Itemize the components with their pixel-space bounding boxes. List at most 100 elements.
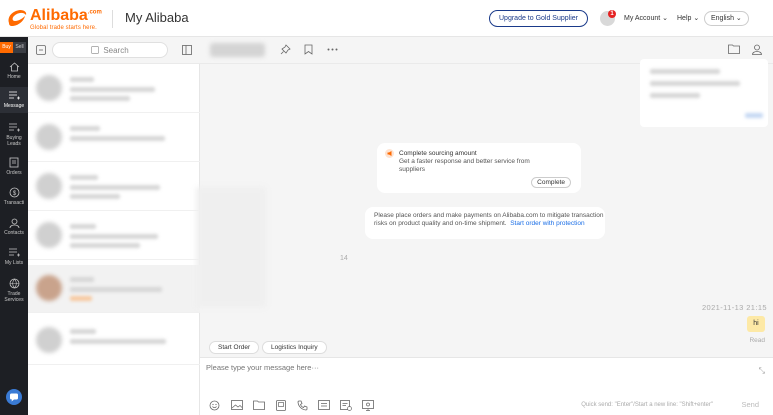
message-composer: ⤡ Quick send: "Enter"/Start a new line: …	[200, 357, 773, 415]
nav-item-buying-leads[interactable]: Buying Leads	[0, 123, 28, 151]
conversation-preview	[70, 87, 155, 92]
more-options-icon[interactable]	[327, 48, 338, 51]
expand-icon[interactable]: ⤡	[759, 366, 765, 376]
conversation-name	[70, 126, 100, 131]
sourcing-card-title: Complete sourcing amount	[399, 150, 477, 157]
chevron-down-icon: ⌄	[693, 15, 700, 22]
emoji-icon[interactable]	[209, 400, 220, 411]
conversation-preview	[70, 96, 130, 101]
file-icon[interactable]	[253, 400, 265, 410]
contact-name	[210, 43, 265, 57]
chevron-down-icon: ⌄	[662, 15, 669, 22]
nav-item-my-lists[interactable]: My Lists	[0, 248, 28, 270]
sourcing-amount-card: Complete sourcing amount Get a faster re…	[377, 143, 581, 193]
conversation-item[interactable]	[28, 163, 200, 211]
search-input[interactable]: Search	[52, 42, 168, 58]
message-input[interactable]	[206, 363, 746, 372]
order-icon[interactable]	[340, 400, 352, 411]
blurred-history	[196, 187, 266, 307]
logistics-inquiry-button[interactable]: Logistics Inquiry	[262, 341, 327, 354]
buy-tab[interactable]: Buy	[0, 42, 13, 53]
conversation-avatar	[36, 75, 62, 101]
profile-icon[interactable]	[752, 44, 762, 55]
layout-toggle-icon[interactable]	[182, 45, 192, 55]
product-card-line	[650, 93, 700, 98]
upgrade-gold-supplier-button[interactable]: Upgrade to Gold Supplier	[489, 10, 588, 27]
compose-icon[interactable]	[36, 45, 46, 55]
conversation-list: Search	[28, 37, 200, 415]
my-account-menu[interactable]: My Account ⌄	[624, 14, 668, 22]
conversation-name	[70, 224, 96, 229]
nav-item-label: Trade Services	[4, 291, 24, 303]
buy-sell-switch: Buy Sell	[0, 42, 28, 53]
start-order-protection-link[interactable]: Start order with protection	[510, 220, 584, 227]
start-order-button[interactable]: Start Order	[209, 341, 260, 354]
folder-icon[interactable]	[728, 44, 740, 54]
conversation-preview	[70, 194, 120, 199]
image-icon[interactable]	[231, 400, 243, 410]
conversation-item[interactable]	[28, 65, 200, 113]
conversation-tag	[70, 296, 92, 301]
screenshot-icon[interactable]	[362, 400, 374, 411]
chat-bubble-button[interactable]	[6, 389, 22, 405]
conversation-list-header: Search	[28, 37, 200, 64]
chevron-down-icon: ⌄	[735, 15, 742, 22]
unread-counter: 14	[340, 255, 348, 262]
contacts-icon	[9, 218, 19, 228]
pin-icon[interactable]	[280, 44, 291, 55]
nav-item-label: Orders	[6, 170, 22, 176]
language-selector[interactable]: English ⌄	[704, 11, 749, 26]
sourcing-card-description: Get a faster response and better service…	[399, 158, 530, 173]
nav-item-message[interactable]: Message	[0, 87, 28, 113]
nav-item-label: My Lists	[4, 260, 24, 266]
logo-tagline: Global trade starts here.	[30, 25, 97, 31]
conversation-item-selected[interactable]	[28, 265, 200, 313]
conversation-preview	[70, 287, 162, 292]
product-card-icon[interactable]	[276, 400, 286, 411]
conversation-name	[70, 77, 94, 82]
my-lists-icon	[9, 248, 20, 257]
quotation-icon[interactable]	[318, 400, 330, 410]
call-icon[interactable]	[297, 400, 308, 411]
conversation-avatar	[36, 275, 62, 301]
megaphone-icon	[385, 149, 394, 158]
transactions-icon: $	[9, 187, 19, 198]
conversation-preview	[70, 339, 166, 344]
nav-item-home[interactable]: Home	[0, 62, 28, 84]
conversation-avatar	[36, 222, 62, 248]
help-menu[interactable]: Help ⌄	[677, 14, 699, 22]
conversation-name	[70, 329, 96, 334]
search-placeholder: Search	[103, 45, 129, 55]
nav-item-label: Transacti	[3, 200, 25, 206]
conversation-preview	[70, 136, 165, 141]
sent-message-bubble[interactable]: hi	[747, 316, 765, 332]
conversation-item[interactable]	[28, 317, 200, 365]
chat-bubble-icon	[10, 393, 18, 402]
notification-badge: 1	[608, 10, 616, 18]
conversation-item[interactable]	[28, 212, 200, 260]
nav-item-contacts[interactable]: Contacts	[0, 218, 28, 240]
nav-item-label: Home	[7, 74, 21, 80]
nav-item-trade-services[interactable]: Trade Services	[0, 278, 28, 306]
my-account-label: My Account	[624, 15, 661, 22]
nav-item-orders[interactable]: Orders	[0, 157, 28, 179]
product-card-link	[745, 113, 763, 118]
svg-text:$: $	[12, 191, 16, 197]
bookmark-icon[interactable]	[304, 44, 313, 55]
top-bar: Alibaba.com Global trade starts here. My…	[0, 0, 773, 37]
quick-send-hint: Quick send: "Enter"/Start a new line: "S…	[581, 402, 713, 408]
language-label: English	[711, 15, 734, 22]
home-icon	[9, 62, 19, 72]
conversation-name	[70, 175, 98, 180]
send-button[interactable]: Send	[741, 400, 759, 409]
complete-button[interactable]: Complete	[531, 177, 571, 188]
nav-item-transactions[interactable]: $ Transacti	[0, 187, 28, 209]
conversation-name	[70, 277, 94, 282]
orders-icon	[9, 157, 19, 168]
alibaba-logo-mark-icon	[8, 10, 27, 26]
read-status: Read	[749, 337, 765, 344]
conversation-item[interactable]	[28, 114, 200, 162]
alibaba-logo[interactable]: Alibaba.com Global trade starts here.	[6, 8, 102, 32]
nav-item-label: Message	[3, 103, 25, 109]
sell-tab[interactable]: Sell	[13, 42, 26, 53]
